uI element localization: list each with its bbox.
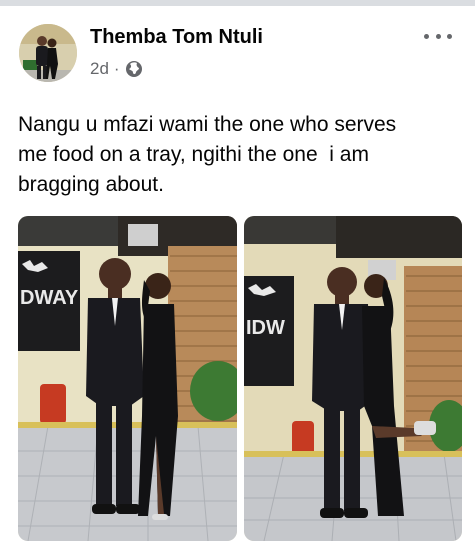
signage-text: DWAY xyxy=(20,287,79,309)
more-dot xyxy=(424,33,429,39)
more-dot xyxy=(447,33,452,39)
more-dot xyxy=(435,33,441,39)
top-divider xyxy=(0,0,475,6)
avatar[interactable] xyxy=(19,24,77,82)
author-name[interactable]: Themba Tom Ntuli xyxy=(90,26,263,49)
more-options-icon[interactable] xyxy=(424,28,452,44)
post-photo-2[interactable]: IDW xyxy=(244,216,462,541)
signage-text: IDW xyxy=(246,317,285,339)
post-meta: 2d · xyxy=(90,58,143,80)
post-photo-1[interactable]: DWAY xyxy=(18,216,237,541)
globe-icon[interactable] xyxy=(125,60,143,78)
post-caption: Nangu u mfazi wami the one who serves me… xyxy=(18,113,397,196)
meta-separator: · xyxy=(113,59,120,78)
post-timestamp[interactable]: 2d xyxy=(90,59,109,79)
